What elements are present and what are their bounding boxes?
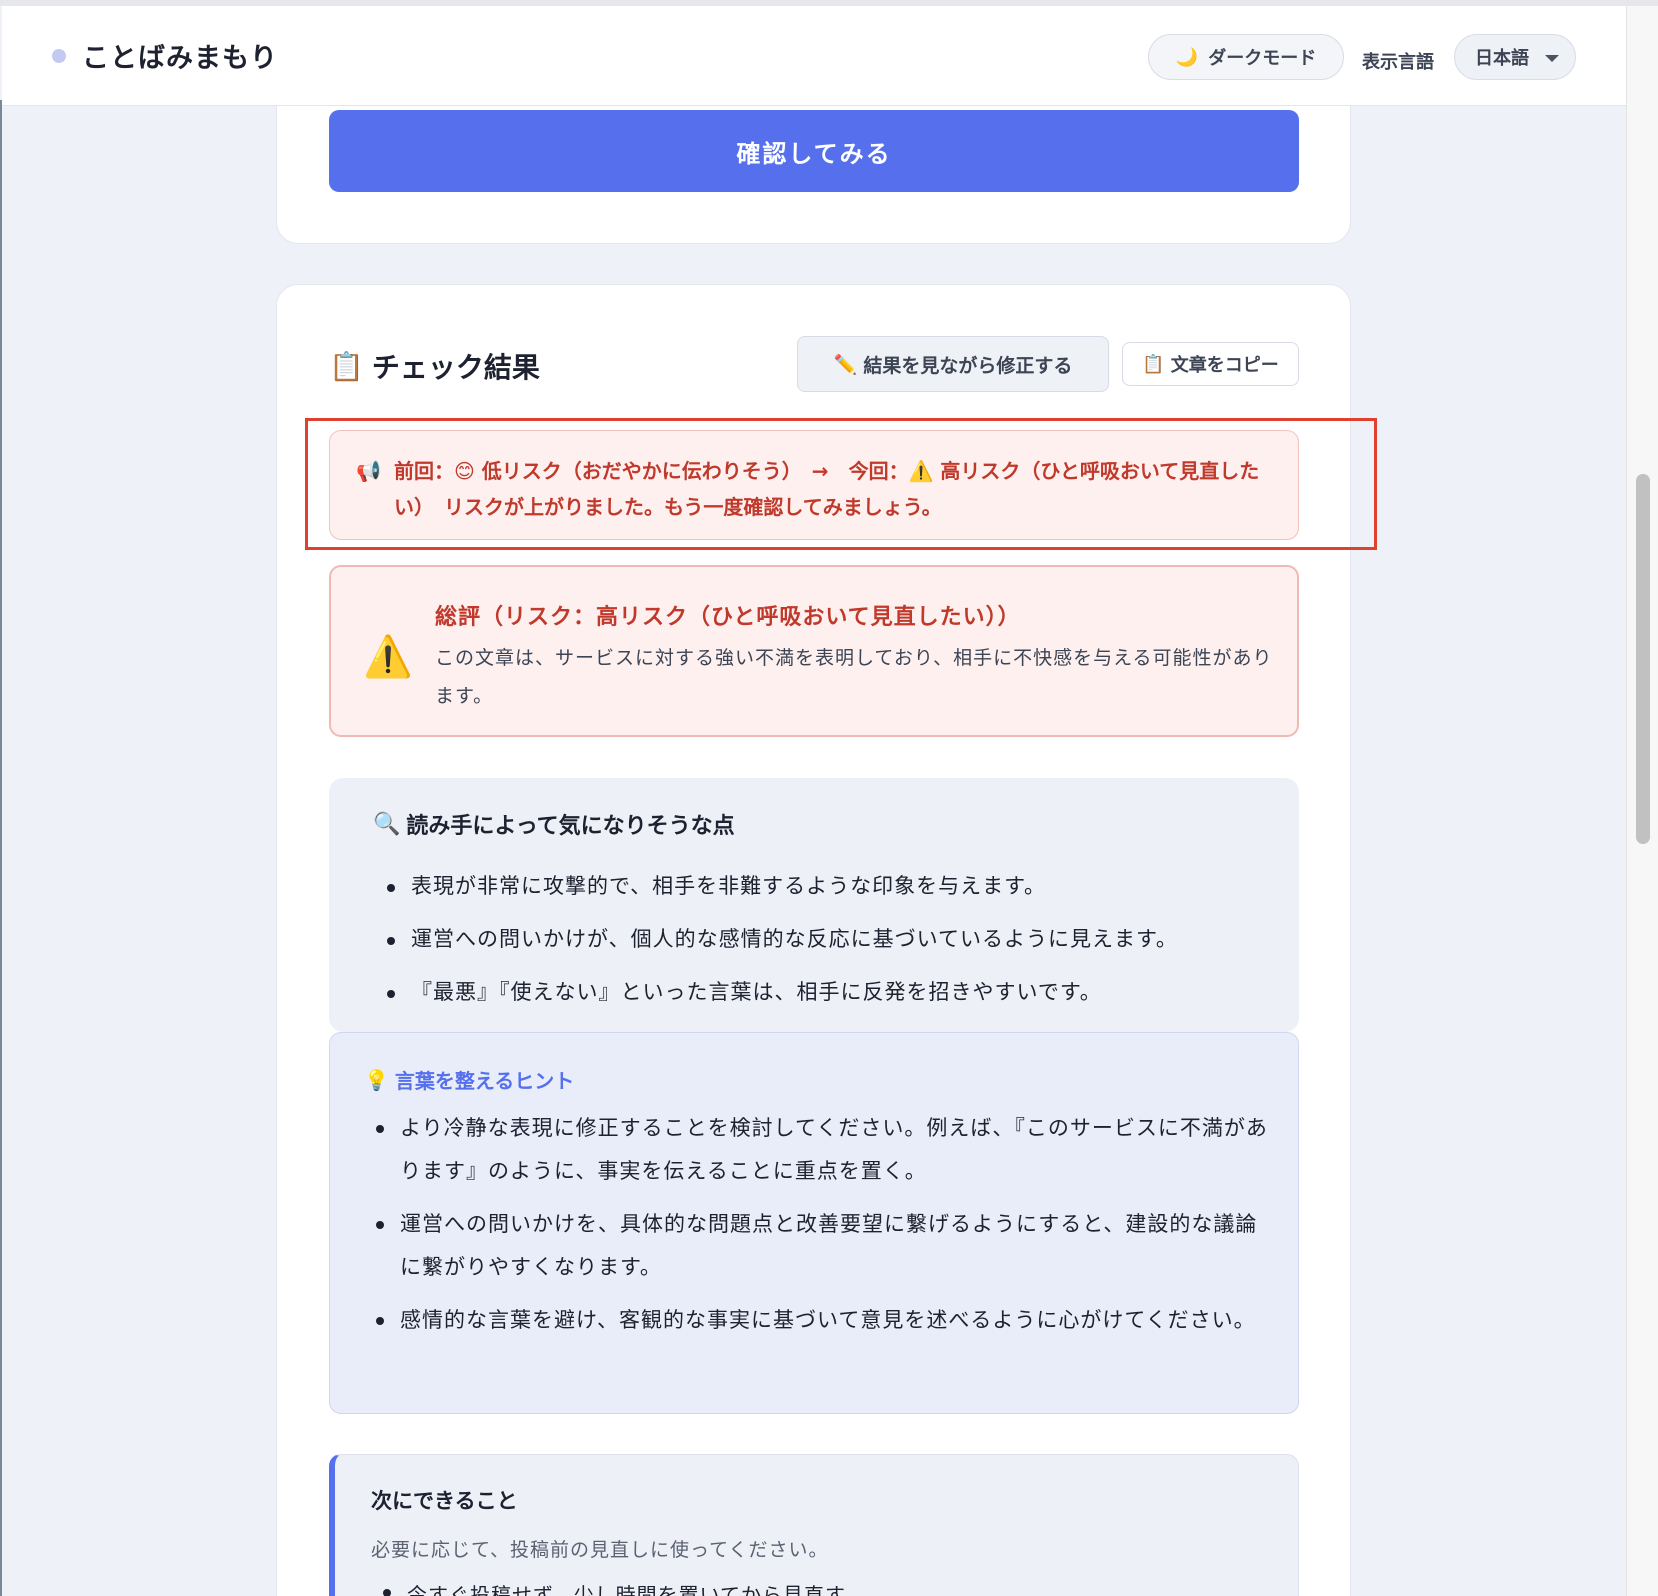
confirm-button[interactable]: 確認してみる	[329, 110, 1299, 192]
list-item: 『最悪』『使えない』といった言葉は、相手に反発を招きやすいです。	[383, 966, 1283, 1019]
language-select[interactable]: 日本語	[1454, 34, 1576, 80]
list-item: 運営への問いかけを、具体的な問題点と改善要望に繋げるようにすると、建設的な議論に…	[364, 1203, 1274, 1289]
pencil-icon: ✏️	[833, 353, 858, 376]
verdict-title: 総評（リスク：高リスク（ひと呼吸おいて見直したい））	[435, 605, 1021, 630]
app-window: 確認してみる 📋 チェック結果 ✏️ 結果を見ながら修正する 📋 文章をコピー …	[0, 0, 1658, 1596]
clipboard-icon: 📋	[329, 349, 364, 383]
verdict-panel: ⚠️ 総評（リスク：高リスク（ひと呼吸おいて見直したい）） この文章は、サービス…	[329, 565, 1299, 737]
next-steps-panel: 次にできること 必要に応じて、投稿前の見直しに使ってください。 今すぐ投稿せず、…	[329, 1454, 1299, 1596]
copy-text-button[interactable]: 📋 文章をコピー	[1122, 342, 1299, 386]
language-selected-value: 日本語	[1475, 48, 1529, 69]
brand-dot-icon	[52, 48, 66, 63]
copy-button-label: 文章をコピー	[1170, 355, 1279, 376]
highlight-frame	[305, 418, 1377, 550]
dark-mode-toggle[interactable]: 🌙 ダークモード	[1148, 34, 1344, 80]
result-title: 📋 チェック結果	[329, 346, 540, 386]
language-label: 表示言語	[1362, 52, 1434, 73]
list-item: 表現が非常に攻撃的で、相手を非難するような印象を与えます。	[383, 860, 1283, 913]
dark-mode-label: ダークモード	[1208, 48, 1317, 69]
lightbulb-icon: 💡	[364, 1067, 389, 1092]
next-steps-title: 次にできること	[371, 1489, 518, 1513]
list-item: 運営への問いかけが、個人的な感情的な反応に基づいているように見えます。	[383, 913, 1283, 966]
brand[interactable]: ことばみまもり	[52, 36, 278, 75]
clipboard-icon: 📋	[1142, 353, 1165, 375]
moon-icon: 🌙	[1175, 46, 1199, 68]
concerns-title: 🔍 読み手によって気になりそうな点	[373, 808, 735, 840]
list-item: より冷静な表現に修正することを検討してください。例えば、『このサービスに不満があ…	[364, 1107, 1274, 1193]
hints-panel: 💡 言葉を整えるヒント より冷静な表現に修正することを検討してください。例えば、…	[329, 1032, 1299, 1414]
list-item: 感情的な言葉を避け、客観的な事実に基づいて意見を述べるように心がけてください。	[364, 1299, 1274, 1342]
hints-title: 💡 言葉を整えるヒント	[364, 1065, 574, 1094]
result-title-text: チェック結果	[371, 351, 540, 384]
chevron-down-icon	[1545, 55, 1559, 62]
list-item: 今すぐ投稿せず、少し時間を置いてから見直す	[371, 1579, 846, 1596]
brand-name: ことばみまもり	[82, 43, 278, 74]
window-left-edge	[0, 100, 2, 1596]
app-header: ことばみまもり 🌙 ダークモード 表示言語 日本語	[2, 6, 1626, 106]
concerns-list: 表現が非常に攻撃的で、相手を非難するような印象を与えます。 運営への問いかけが、…	[383, 860, 1283, 1019]
edit-button-label: 結果を見ながら修正する	[863, 354, 1073, 377]
scrollbar-thumb[interactable]	[1636, 474, 1650, 844]
hints-title-text: 言葉を整えるヒント	[394, 1069, 575, 1093]
concerns-panel: 🔍 読み手によって気になりそうな点 表現が非常に攻撃的で、相手を非難するような印…	[329, 778, 1299, 1032]
verdict-body: この文章は、サービスに対する強い不満を表明しており、相手に不快感を与える可能性が…	[435, 647, 1273, 707]
warning-icon: ⚠️	[363, 634, 413, 680]
next-steps-description: 必要に応じて、投稿前の見直しに使ってください。	[371, 1539, 829, 1561]
edit-with-result-button[interactable]: ✏️ 結果を見ながら修正する	[797, 336, 1109, 392]
hints-list: より冷静な表現に修正することを検討してください。例えば、『このサービスに不満があ…	[364, 1107, 1274, 1352]
concerns-title-text: 読み手によって気になりそうな点	[406, 814, 735, 839]
magnifier-icon: 🔍	[373, 811, 401, 837]
